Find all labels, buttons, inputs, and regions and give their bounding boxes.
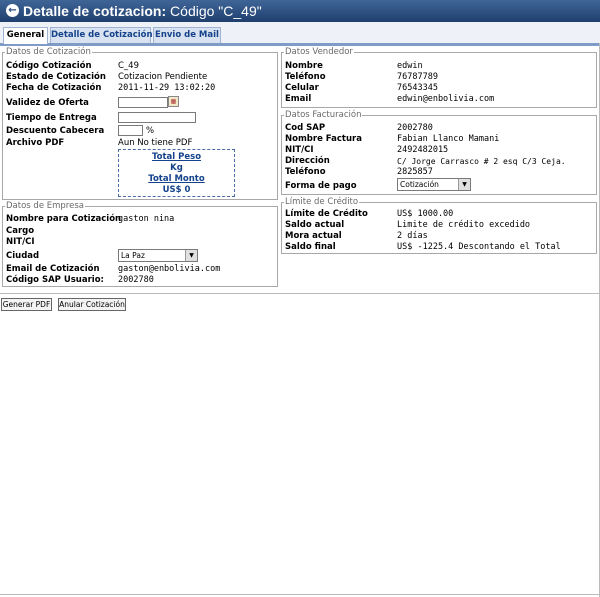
- nombre-cotizacion-label: Nombre para Cotización: [6, 214, 122, 224]
- tab-detalle-cotizacion[interactable]: Detalle de Cotización: [50, 27, 153, 43]
- codigo-sap-usuario-value: 2002780: [118, 275, 154, 285]
- tab-envio-mail[interactable]: Envio de Mail: [153, 27, 221, 43]
- vendedor-nombre-label: Nombre: [285, 61, 323, 71]
- total-monto-link[interactable]: Total Monto: [148, 174, 204, 184]
- forma-pago-label: Forma de pago: [285, 181, 357, 191]
- panel-legend: Datos de Cotización: [5, 47, 92, 57]
- limite-credito-value: US$ 1000.00: [397, 209, 454, 219]
- vendedor-telefono-label: Teléfono: [285, 72, 326, 82]
- nombre-factura-value: Fabian Llanco Mamani: [397, 134, 500, 144]
- window-titlebar: ← Detalle de cotizacion: Código "C_49": [0, 0, 600, 22]
- codigo-cotizacion-value: C_49: [118, 61, 140, 71]
- cod-sap-value: 2002780: [397, 123, 433, 133]
- ciudad-label: Ciudad: [6, 251, 40, 261]
- archivo-pdf-value: Aun No tiene PDF: [118, 138, 193, 148]
- saldo-final-label: Saldo final: [285, 242, 336, 252]
- estado-cotizacion-value: Cotizacion Pendiente: [118, 72, 208, 82]
- panel-legend: Datos Vendedor: [284, 47, 354, 57]
- estado-cotizacion-label: Estado de Cotización: [6, 72, 106, 82]
- vendedor-email-label: Email: [285, 94, 312, 104]
- ciudad-select-value: La Paz: [121, 251, 145, 260]
- vendedor-telefono-value: 76787789: [397, 72, 438, 82]
- tiempo-entrega-label: Tiempo de Entrega: [6, 113, 97, 123]
- mora-actual-label: Mora actual: [285, 231, 342, 241]
- validez-oferta-label: Validez de Oferta: [6, 98, 89, 108]
- divider: [0, 293, 600, 294]
- limite-credito-label: Límite de Crédito: [285, 209, 368, 219]
- validez-oferta-input[interactable]: [118, 97, 168, 108]
- factura-telefono-value: 2825857: [397, 167, 433, 177]
- panel-datos-facturacion: Datos Facturación Cod SAP 2002780 Nombre…: [281, 110, 597, 195]
- factura-nit-value: 2492482015: [397, 145, 449, 155]
- calendar-icon[interactable]: ▦: [168, 96, 179, 107]
- cargo-label: Cargo: [6, 226, 35, 236]
- generar-pdf-button[interactable]: Generar PDF: [1, 298, 52, 311]
- descuento-cabecera-label: Descuento Cabecera: [6, 126, 105, 136]
- forma-pago-select[interactable]: Cotización ▼: [397, 178, 471, 191]
- email-cotizacion-value: gaston@enbolivia.com: [118, 264, 221, 274]
- chevron-down-icon[interactable]: ▼: [458, 179, 470, 190]
- arrow-left-icon[interactable]: ←: [6, 4, 19, 17]
- vendedor-celular-label: Celular: [285, 83, 319, 93]
- panel-legend: Datos Facturación: [284, 110, 363, 120]
- vendedor-email-value: edwin@enbolivia.com: [397, 94, 495, 104]
- panel-legend: Límite de Crédito: [284, 197, 360, 207]
- panel-legend: Datos de Empresa: [5, 201, 85, 211]
- vendedor-celular-value: 76543345: [397, 83, 438, 93]
- saldo-actual-value: Limite de crédito excedido: [397, 220, 531, 230]
- tab-general[interactable]: General: [3, 27, 48, 44]
- archivo-pdf-label: Archivo PDF: [6, 138, 65, 148]
- tiempo-entrega-input[interactable]: [118, 112, 196, 123]
- email-cotizacion-label: Email de Cotización: [6, 264, 100, 274]
- nit-ci-label: NIT/CI: [6, 237, 35, 247]
- direccion-label: Dirección: [285, 156, 330, 166]
- totales-box: Total Peso Kg Total Monto US$ 0: [118, 149, 235, 197]
- panel-datos-vendedor: Datos Vendedor Nombre edwin Teléfono 767…: [281, 47, 597, 108]
- factura-telefono-label: Teléfono: [285, 167, 326, 177]
- mora-actual-value: 2 días: [397, 231, 428, 241]
- nombre-cotizacion-value: gaston nina: [118, 214, 175, 224]
- cod-sap-label: Cod SAP: [285, 123, 326, 133]
- panel-datos-cotizacion: Datos de Cotización Código Cotización C_…: [2, 47, 278, 200]
- anular-cotizacion-button[interactable]: Anular Cotización: [58, 298, 126, 311]
- fecha-cotizacion-value: 2011-11-29 13:02:20: [118, 83, 216, 93]
- panel-limite-credito: Límite de Crédito Límite de Crédito US$ …: [281, 197, 597, 254]
- direccion-value: C/ Jorge Carrasco # 2 esq C/3 Ceja.: [397, 157, 566, 166]
- forma-pago-select-value: Cotización: [400, 180, 439, 189]
- saldo-actual-label: Saldo actual: [285, 220, 345, 230]
- page-title: Detalle de cotizacion: Código "C_49": [23, 3, 262, 19]
- tab-strip: General Detalle de Cotización Envio de M…: [0, 22, 600, 46]
- codigo-cotizacion-label: Código Cotización: [6, 61, 92, 71]
- total-peso-link[interactable]: Total Peso: [152, 152, 201, 162]
- panel-datos-empresa: Datos de Empresa Nombre para Cotización …: [2, 201, 278, 287]
- descuento-cabecera-input[interactable]: [118, 125, 143, 136]
- chevron-down-icon[interactable]: ▼: [185, 250, 197, 261]
- descuento-unit: %: [146, 126, 155, 136]
- ciudad-select[interactable]: La Paz ▼: [118, 249, 198, 262]
- nombre-factura-label: Nombre Factura: [285, 134, 362, 144]
- divider: [0, 594, 600, 595]
- factura-nit-label: NIT/CI: [285, 145, 314, 155]
- total-monto-value: US$ 0: [162, 185, 191, 195]
- total-peso-unit: Kg: [170, 163, 183, 173]
- saldo-final-value: US$ -1225.4 Descontando el Total: [397, 242, 561, 252]
- codigo-sap-usuario-label: Código SAP Usuario:: [6, 275, 104, 285]
- vendedor-nombre-value: edwin: [397, 61, 423, 71]
- fecha-cotizacion-label: Fecha de Cotización: [6, 83, 102, 93]
